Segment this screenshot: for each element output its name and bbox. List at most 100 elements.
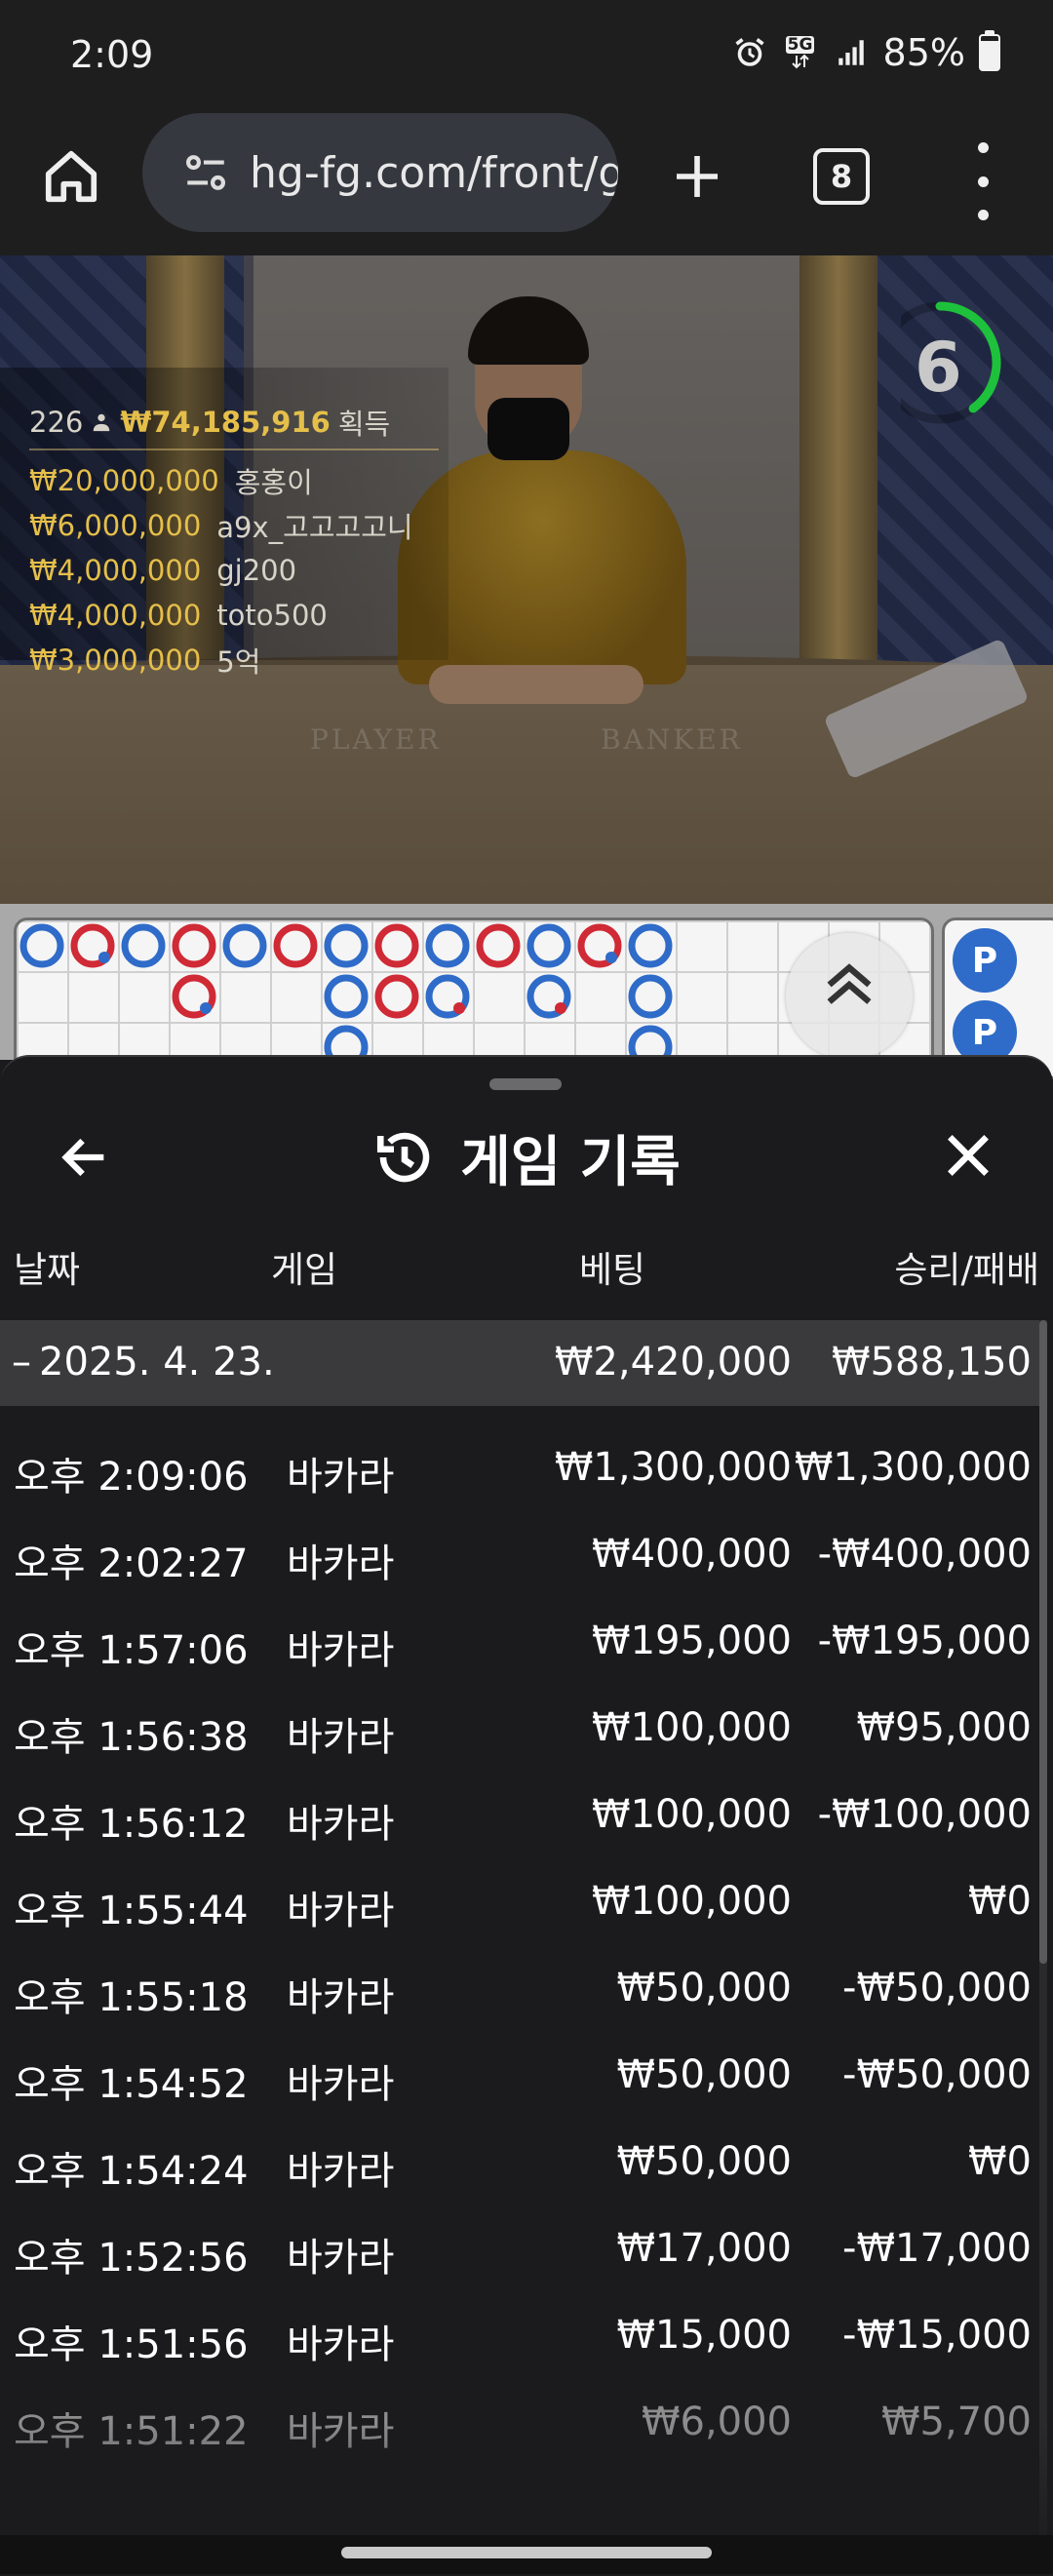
back-button[interactable] [51,1123,119,1191]
player-mark [526,923,571,968]
banker-mark [374,974,419,1019]
row-time: 오후 1:57:06 [14,1628,249,1673]
row-win-loss: ₩95,000 [856,1705,1032,1750]
home-icon [45,150,98,203]
url-text[interactable]: hg-fg.com/front/g [250,148,618,198]
row-win-loss: -₩50,000 [842,1966,1032,2010]
row-bet: ₩15,000 [616,2313,792,2358]
winner-name: gj200 [216,554,297,587]
player-mark [324,974,369,1019]
collapse-toggle[interactable]: – [12,1340,31,1385]
row-game: 바카라 [287,1715,395,1760]
column-header-win-loss[interactable]: 승리/패배 [894,1240,1039,1293]
table-row[interactable]: 오후 1:55:44 바카라 ₩100,000 ₩0 [0,1855,1043,1942]
history-icon [377,1132,430,1183]
row-win-loss: -₩17,000 [842,2226,1032,2271]
row-game: 바카라 [287,2236,395,2281]
arrow-left-icon [61,1138,104,1177]
table-row[interactable]: 오후 1:54:24 바카라 ₩50,000 ₩0 [0,2116,1043,2203]
banker-mark [374,923,419,968]
winners-total: ₩74,185,916 [120,406,331,439]
player-mark [628,923,673,968]
row-time: 오후 1:56:12 [14,1802,249,1847]
countdown-timer: 6 [878,294,1008,431]
row-bet: ₩50,000 [616,1966,792,2010]
winners-count: 226 [29,406,84,439]
table-row[interactable]: 오후 1:55:18 바카라 ₩50,000 -₩50,000 [0,1942,1043,2029]
row-win-loss: ₩0 [968,2139,1032,2184]
bead-player: P [953,928,1017,993]
plus-icon [677,156,718,197]
banker-mark [476,923,521,968]
table-row[interactable]: 오후 1:56:12 바카라 ₩100,000 -₩100,000 [0,1769,1043,1855]
home-button[interactable] [37,142,105,211]
row-time: 오후 1:55:18 [14,1975,249,2020]
banker-mark [172,923,216,968]
row-bet: ₩100,000 [592,1792,792,1837]
battery-icon [979,30,1000,71]
player-mark [222,923,267,968]
scrollbar-thumb[interactable] [1039,1320,1047,1964]
table-row[interactable]: 오후 2:02:27 바카라 ₩400,000 -₩400,000 [0,1508,1043,1595]
expand-up-button[interactable] [786,933,913,1060]
player-mark [425,923,470,968]
address-bar[interactable]: hg-fg.com/front/g [142,113,618,232]
pair-dot [200,1002,212,1014]
table-row[interactable]: 오후 1:52:56 바카라 ₩17,000 -₩17,000 [0,2203,1043,2289]
winner-row: ₩6,000,000 a9x_고고고고니 [29,503,413,548]
column-header-bet[interactable]: 베팅 [579,1240,645,1293]
close-button[interactable] [934,1121,1002,1190]
winners-divider [29,449,439,450]
new-tab-button[interactable] [663,142,731,211]
close-icon [948,1135,989,1176]
site-settings-icon[interactable] [181,148,230,197]
live-dealer-video[interactable]: PLAYER BANKER 226 ₩74,185,916 획득 ₩20,000… [0,255,1053,904]
table-row[interactable]: 오후 1:54:52 바카라 ₩50,000 -₩50,000 [0,2029,1043,2116]
winner-name: toto500 [216,599,328,632]
row-win-loss: -₩195,000 [817,1619,1032,1663]
row-win-loss: -₩50,000 [842,2052,1032,2097]
sheet-drag-handle[interactable] [489,1078,562,1090]
column-header-date[interactable]: 날짜 [14,1240,80,1293]
winner-amount: ₩3,000,000 [29,644,202,677]
winner-row: ₩4,000,000 toto500 [29,593,413,638]
table-row[interactable]: 오후 1:51:22 바카라 ₩6,000 ₩5,700 [0,2376,1043,2463]
row-game: 바카라 [287,1802,395,1847]
status-time: 2:09 [70,33,154,76]
table-row[interactable]: 오후 1:56:38 바카라 ₩100,000 ₩95,000 [0,1682,1043,1769]
row-win-loss: -₩100,000 [817,1792,1032,1837]
table-row[interactable]: 오후 1:51:56 바카라 ₩15,000 -₩15,000 [0,2289,1043,2376]
row-game: 바카라 [287,2062,395,2107]
table-header: 날짜 게임 베팅 승리/패배 [0,1230,1053,1299]
winner-row: ₩3,000,000 5억 [29,638,413,683]
person-icon [94,413,110,432]
row-bet: ₩1,300,000 [554,1445,792,1490]
signal-icon [833,34,870,71]
bead-label: P [971,940,998,981]
gesture-handle[interactable] [341,2547,712,2558]
winner-amount: ₩6,000,000 [29,509,202,542]
group-bet-total: ₩2,420,000 [554,1340,792,1385]
winners-suffix: 획득 [337,408,391,441]
row-time: 오후 1:56:38 [14,1715,249,1760]
group-date: 2025. 4. 23. [39,1340,275,1385]
battery-fill [981,41,998,69]
winner-name: 홍홍이 [234,466,313,499]
row-bet: ₩6,000 [641,2400,792,2444]
table-row[interactable]: 오후 2:09:06 바카라 ₩1,300,000 ₩1,300,000 [0,1406,1043,1508]
table-row[interactable]: 오후 1:57:06 바카라 ₩195,000 -₩195,000 [0,1595,1043,1682]
pair-dot [555,1002,566,1014]
date-group-row[interactable]: – 2025. 4. 23. ₩2,420,000 ₩588,150 [0,1320,1043,1406]
column-header-game[interactable]: 게임 [271,1240,337,1293]
winner-amount: ₩4,000,000 [29,599,202,632]
row-game: 바카라 [287,1889,395,1933]
more-vert-icon[interactable] [965,142,1000,220]
row-game: 바카라 [287,1542,395,1586]
sheet-header: 게임 기록 [0,1113,1053,1201]
countdown-value: 6 [915,328,962,408]
tab-switcher-button[interactable]: 8 [813,148,870,205]
row-bet: ₩50,000 [616,2052,792,2097]
row-time: 오후 2:09:06 [14,1455,249,1500]
row-bet: ₩17,000 [616,2226,792,2271]
row-game: 바카라 [287,1628,395,1673]
